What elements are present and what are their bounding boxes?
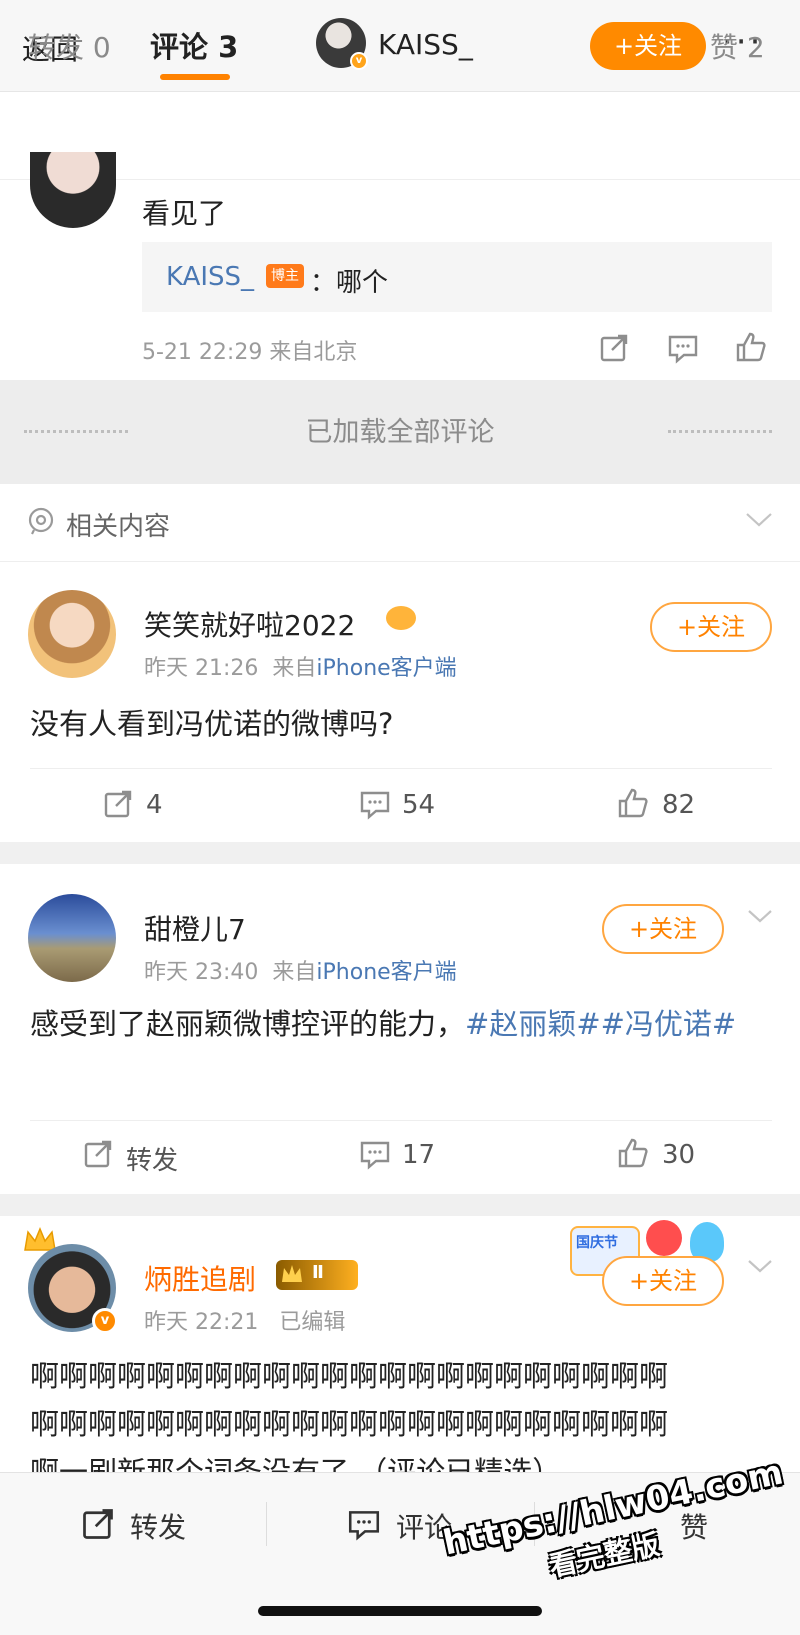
crown-small-icon — [282, 1265, 302, 1282]
home-indicator[interactable] — [258, 1606, 542, 1616]
section-divider — [0, 1194, 800, 1216]
comment-icon[interactable] — [358, 788, 392, 820]
topic-link[interactable]: #冯优诺# — [601, 1007, 737, 1041]
post-source-prefix: 来自 — [272, 960, 317, 985]
tab-repost-label: 转发 — [28, 31, 85, 64]
divider — [30, 1120, 772, 1121]
post-source[interactable]: iPhone客户端 — [316, 960, 456, 985]
divider — [30, 768, 772, 769]
post-time: 昨天 22:21 — [144, 1310, 259, 1335]
tab-like-count: 2 — [746, 31, 765, 64]
verified-badge-icon: v — [350, 52, 368, 70]
verified-badge-icon: v — [92, 1308, 118, 1334]
like-icon[interactable] — [616, 786, 650, 820]
repost-count[interactable]: 4 — [146, 790, 163, 820]
follow-button[interactable]: +关注 — [650, 602, 772, 652]
follow-button[interactable]: +关注 — [602, 904, 724, 954]
commenter-avatar[interactable] — [30, 152, 116, 228]
like-icon[interactable] — [616, 1136, 650, 1170]
divider-dots-right — [668, 430, 772, 433]
fish-badge-icon — [386, 606, 416, 630]
share-icon[interactable] — [598, 332, 630, 364]
reply-icon[interactable] — [666, 332, 700, 364]
related-icon — [28, 507, 54, 535]
comment-icon[interactable] — [346, 1506, 382, 1542]
tab-bar — [0, 92, 800, 180]
post-text-line[interactable]: 啊啊啊啊啊啊啊啊啊啊啊啊啊啊啊啊啊啊啊啊啊啊 — [30, 1402, 668, 1446]
topic-link[interactable]: #赵丽颖# — [465, 1007, 601, 1041]
like-count[interactable]: 30 — [662, 1140, 695, 1170]
holiday-badge-text: 国庆节 — [576, 1235, 618, 1251]
post-author-name[interactable]: 炳胜追剧 — [144, 1258, 256, 1298]
post-source[interactable]: iPhone客户端 — [316, 656, 456, 681]
divider — [0, 561, 800, 562]
follow-button[interactable]: +关注 — [602, 1256, 724, 1306]
post-meta: 昨天 21:26 来自iPhone客户端 — [144, 650, 457, 682]
follow-button[interactable]: +关注 — [590, 22, 706, 70]
repost-label[interactable]: 转发 — [126, 1140, 178, 1177]
divider — [266, 1502, 267, 1546]
post-author-name[interactable]: 甜橙儿7 — [144, 908, 246, 948]
comment-count[interactable]: 17 — [402, 1140, 435, 1170]
chevron-down-icon[interactable] — [744, 508, 774, 530]
reply-text: ：哪个 — [310, 268, 389, 298]
post-author-avatar[interactable] — [28, 590, 116, 678]
comment-icon[interactable] — [358, 1138, 392, 1170]
tab-comment-label: 评论 — [150, 30, 209, 64]
repost-icon[interactable] — [82, 1138, 114, 1170]
repost-icon[interactable] — [80, 1506, 116, 1542]
post-edited: 已编辑 — [279, 1310, 346, 1335]
post-time: 昨天 21:26 — [144, 656, 259, 681]
comment-meta: 5-21 22:29 来自北京 — [142, 340, 358, 365]
post-text-body: 感受到了赵丽颖微博控评的能力， — [30, 1007, 466, 1041]
post-text[interactable]: 没有人看到冯优诺的微博吗? — [30, 702, 393, 746]
chevron-down-icon[interactable] — [746, 906, 774, 926]
post-text[interactable]: 感受到了赵丽颖微博控评的能力，#赵丽颖##冯优诺# — [30, 1002, 772, 1046]
tab-comment[interactable]: 评论 3 — [150, 24, 238, 66]
tab-like[interactable]: 赞 2 — [710, 26, 765, 66]
post-author-avatar[interactable] — [28, 894, 116, 982]
camera-sticker-icon — [646, 1220, 682, 1256]
reply-author[interactable]: KAISS_ — [166, 262, 254, 292]
tab-comment-count: 3 — [218, 30, 239, 64]
comment-text: 看见了 — [142, 197, 227, 230]
related-title: 相关内容 — [66, 512, 171, 542]
level-value: Ⅱ — [312, 1262, 324, 1283]
comment-count[interactable]: 54 — [402, 790, 435, 820]
header-username[interactable]: KAISS_ — [378, 28, 473, 61]
tab-repost[interactable]: 转发 0 — [28, 26, 111, 66]
chevron-down-icon[interactable] — [746, 1256, 774, 1276]
post-time: 昨天 23:40 — [144, 960, 259, 985]
post-meta: 昨天 23:40 来自iPhone客户端 — [144, 954, 457, 986]
post-text-line[interactable]: 啊一刷新那个词条没有了 （评论已精选） — [30, 1450, 561, 1472]
like-icon[interactable] — [734, 330, 768, 364]
section-divider — [0, 842, 800, 864]
post-author-name[interactable]: 笑笑就好啦2022 — [144, 604, 355, 644]
repost-icon[interactable] — [102, 788, 134, 820]
blogger-tag: 博主 — [266, 264, 304, 288]
post-meta: 昨天 22:21 已编辑 — [144, 1304, 345, 1336]
post-text-line[interactable]: 啊啊啊啊啊啊啊啊啊啊啊啊啊啊啊啊啊啊啊啊啊啊 — [30, 1354, 668, 1398]
tab-repost-count: 0 — [92, 31, 111, 64]
active-tab-indicator — [160, 74, 230, 80]
tab-like-label: 赞 — [710, 31, 739, 64]
like-count[interactable]: 82 — [662, 790, 695, 820]
post-source-prefix: 来自 — [272, 656, 317, 681]
bottom-repost-label[interactable]: 转发 — [130, 1506, 186, 1546]
